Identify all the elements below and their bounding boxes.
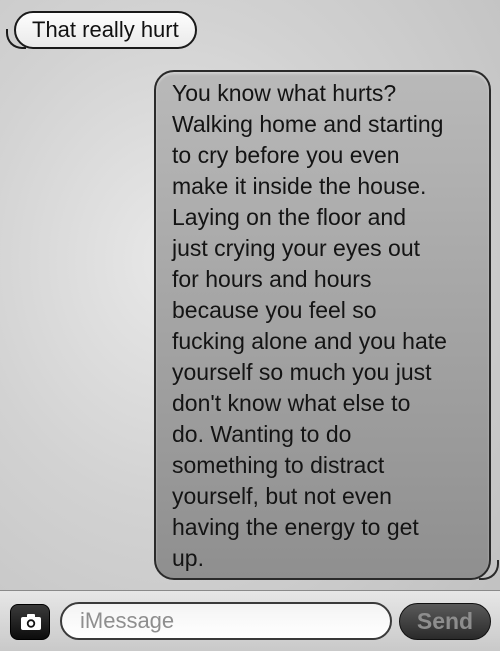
- message-input[interactable]: [60, 602, 392, 640]
- send-button[interactable]: Send: [399, 603, 491, 640]
- camera-button[interactable]: [10, 604, 50, 640]
- message-input-bar: Send: [0, 590, 500, 651]
- incoming-message-bubble[interactable]: That really hurt: [6, 11, 197, 49]
- outgoing-message-bubble[interactable]: You know what hurts? Walking home and st…: [154, 70, 499, 580]
- camera-icon: [21, 614, 41, 630]
- message-text: That really hurt: [32, 17, 179, 42]
- message-thread: That really hurt You know what hurts? Wa…: [0, 0, 500, 590]
- bubble-tail: [479, 560, 499, 580]
- bubble-tail: [6, 29, 26, 49]
- message-text: You know what hurts? Walking home and st…: [172, 80, 447, 571]
